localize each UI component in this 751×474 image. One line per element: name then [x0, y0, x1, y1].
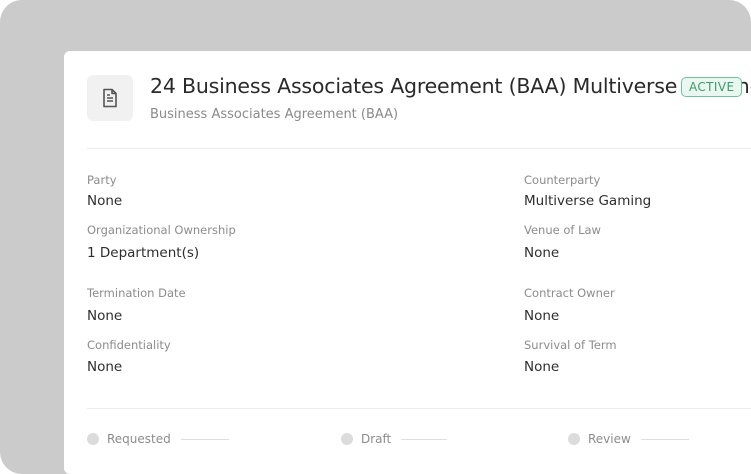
confidentiality-value: None [87, 359, 123, 375]
workflow-divider [87, 408, 751, 409]
step-label: Review [588, 432, 631, 446]
survival-of-term-value: None [524, 359, 560, 375]
confidentiality-label: Confidentiality [87, 338, 171, 352]
contract-card: 24 Business Associates Agreement (BAA) M… [64, 51, 751, 474]
survival-of-term-label: Survival of Term [524, 338, 617, 352]
contract-type: Business Associates Agreement (BAA) [150, 107, 399, 122]
step-dot-icon [341, 433, 353, 445]
step-connector [180, 438, 229, 440]
venue-of-law-value: None [524, 245, 560, 261]
party-label: Party [87, 173, 117, 187]
counterparty-label: Counterparty [524, 173, 601, 187]
termination-date-label: Termination Date [87, 286, 186, 300]
party-value: None [87, 193, 123, 209]
workflow-step-draft[interactable]: Draft [341, 432, 448, 446]
step-connector [401, 438, 448, 440]
venue-of-law-label: Venue of Law [524, 223, 601, 237]
step-connector [640, 438, 689, 440]
header-divider [87, 148, 751, 149]
status-badge: ACTIVE [681, 77, 743, 97]
step-dot-icon [87, 433, 99, 445]
termination-date-value: None [87, 308, 123, 324]
counterparty-value[interactable]: Multiverse Gaming [524, 193, 651, 209]
workflow-step-review[interactable]: Review [568, 432, 689, 446]
org-ownership-value[interactable]: 1 Department(s) [87, 245, 199, 261]
step-label: Requested [107, 432, 171, 446]
step-label: Draft [361, 432, 392, 446]
contract-owner-value: None [524, 308, 560, 324]
contract-title: 24 Business Associates Agreement (BAA) M… [150, 74, 751, 98]
workflow-step-requested[interactable]: Requested [87, 432, 229, 446]
document-icon [87, 75, 133, 121]
step-dot-icon [568, 433, 580, 445]
contract-owner-label: Contract Owner [524, 286, 615, 300]
org-ownership-label: Organizational Ownership [87, 223, 236, 237]
